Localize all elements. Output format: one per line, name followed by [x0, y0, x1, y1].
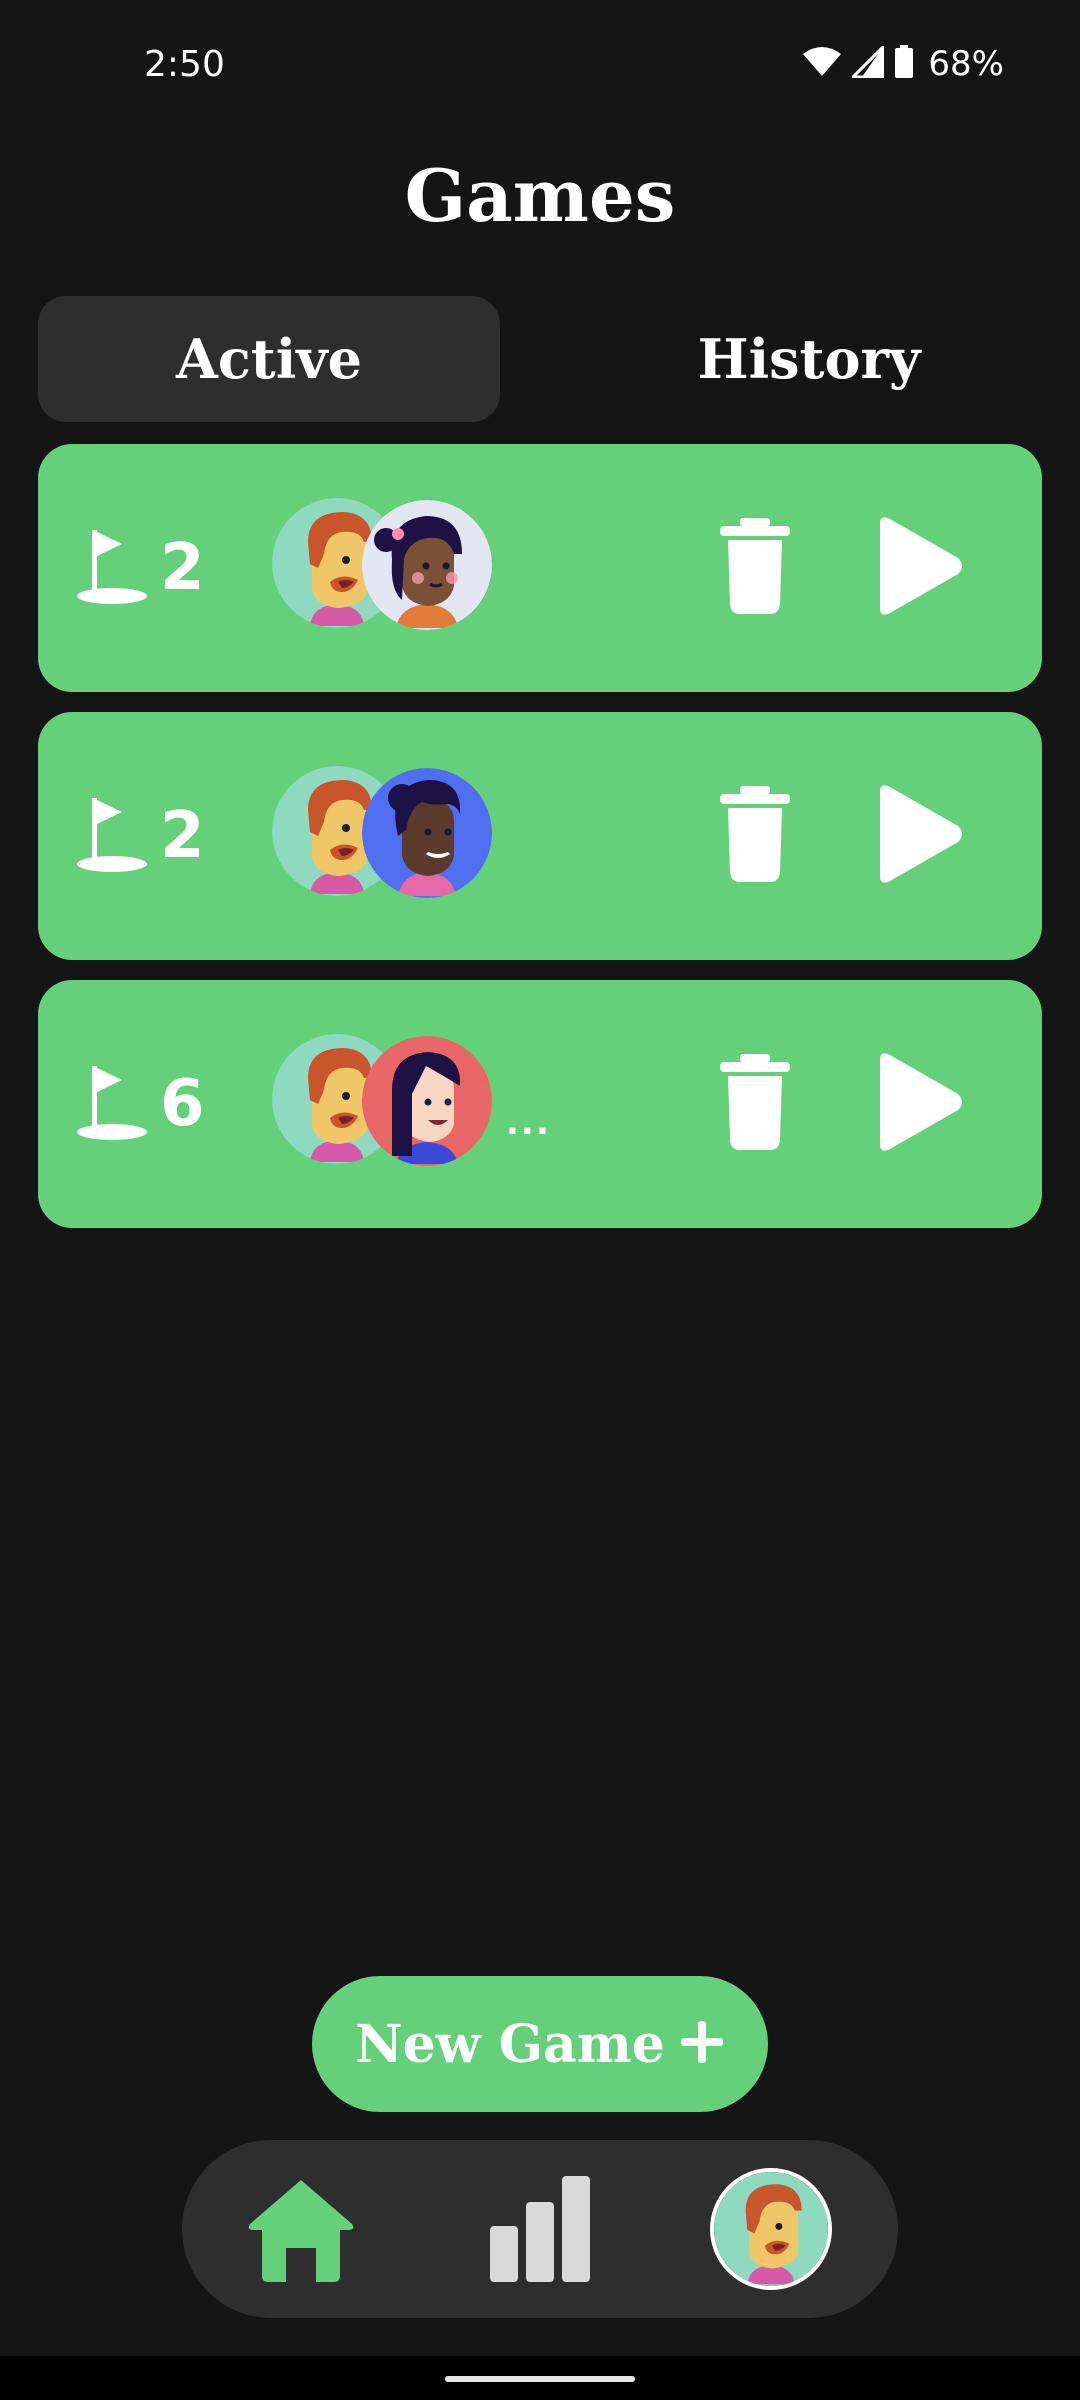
- new-game-label: New Game: [355, 2013, 665, 2075]
- game-card[interactable]: 2: [38, 712, 1042, 960]
- home-indicator-pill[interactable]: [445, 2376, 635, 2382]
- holes-count: 2: [160, 531, 205, 605]
- play-icon: [874, 785, 964, 890]
- page-title: Games: [404, 153, 676, 238]
- holes-count: 6: [160, 1067, 205, 1141]
- holes-indicator: 6: [76, 1062, 205, 1146]
- gesture-navigation-bar: [0, 2356, 1080, 2400]
- trash-icon: [718, 518, 792, 618]
- player-avatar: [362, 768, 492, 898]
- game-card[interactable]: 2: [38, 444, 1042, 692]
- status-bar: 2:50 68%: [0, 0, 1080, 130]
- delete-button[interactable]: [718, 786, 792, 882]
- golf-flag-icon: [76, 794, 148, 878]
- delete-button[interactable]: [718, 518, 792, 614]
- play-icon: [874, 1053, 964, 1158]
- status-time: 2:50: [144, 44, 225, 85]
- home-icon: [246, 2180, 356, 2286]
- more-players-indicator: ...: [506, 1103, 551, 1143]
- battery-percent: 68%: [928, 44, 1004, 84]
- golf-flag-icon: [76, 1062, 148, 1146]
- plus-icon: [679, 2019, 725, 2069]
- holes-count: 2: [160, 799, 205, 873]
- play-button[interactable]: [874, 782, 964, 886]
- play-button[interactable]: [874, 514, 964, 618]
- player-avatar: [362, 1036, 492, 1166]
- stats-bar-chart-icon: [488, 2176, 592, 2286]
- holes-indicator: 2: [76, 794, 205, 878]
- tab-active[interactable]: Active: [38, 296, 500, 422]
- play-button[interactable]: [874, 1050, 964, 1154]
- nav-stats-button[interactable]: [488, 2176, 592, 2282]
- tab-history-label: History: [697, 327, 921, 391]
- bottom-navigation: [182, 2140, 898, 2318]
- game-card[interactable]: 6 ...: [38, 980, 1042, 1228]
- golf-flag-icon: [76, 526, 148, 610]
- player-avatar: [362, 500, 492, 630]
- holes-indicator: 2: [76, 526, 205, 610]
- new-game-button[interactable]: New Game: [312, 1976, 768, 2112]
- trash-icon: [718, 786, 792, 886]
- delete-button[interactable]: [718, 1054, 792, 1150]
- tab-active-label: Active: [176, 327, 362, 391]
- nav-home-button[interactable]: [246, 2176, 356, 2282]
- wifi-icon: [802, 46, 842, 82]
- battery-icon: [894, 45, 914, 83]
- status-icons: 68%: [802, 43, 1004, 84]
- cellular-signal-icon: [849, 43, 885, 82]
- trash-icon: [718, 1054, 792, 1154]
- tab-history[interactable]: History: [578, 296, 1040, 422]
- nav-profile-avatar[interactable]: [710, 2168, 832, 2290]
- play-icon: [874, 517, 964, 622]
